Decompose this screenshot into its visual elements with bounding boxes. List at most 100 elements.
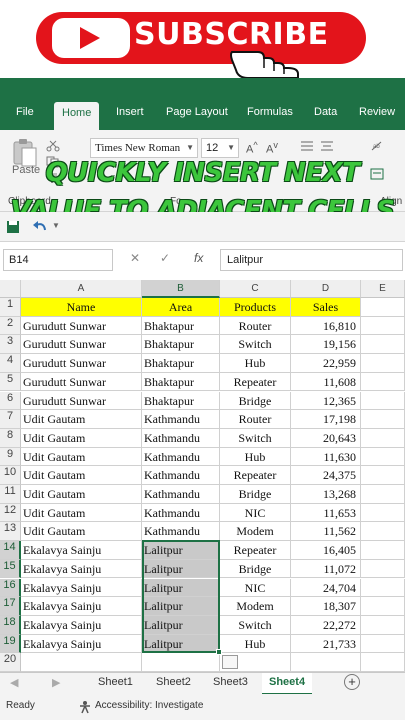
data-cell[interactable]: Udit Gautam [21, 522, 142, 542]
grid-cell[interactable] [361, 372, 405, 392]
name-box[interactable]: B14 [3, 249, 113, 271]
data-cell[interactable]: Gurudutt Sunwar [21, 316, 142, 336]
data-cell[interactable]: Ekalavya Sainju [21, 634, 142, 654]
grid-cell[interactable] [361, 522, 405, 542]
row-header[interactable]: 14 [0, 541, 21, 560]
sheet-tab-3[interactable]: Sheet3 [213, 676, 248, 688]
data-cell[interactable]: 11,630 [291, 447, 361, 467]
data-cell[interactable]: Bridge [220, 559, 291, 579]
data-cell[interactable]: 16,810 [291, 316, 361, 336]
data-cell[interactable]: Ekalavya Sainju [21, 559, 142, 579]
accessibility-status[interactable]: Accessibility: Investigate [95, 700, 203, 711]
row-header[interactable]: 11 [0, 485, 21, 504]
data-cell[interactable]: Udit Gautam [21, 428, 142, 448]
data-cell[interactable]: 11,562 [291, 522, 361, 542]
data-cell[interactable]: 11,608 [291, 372, 361, 392]
paste-options-icon[interactable] [222, 655, 238, 670]
data-cell[interactable]: 11,072 [291, 559, 361, 579]
data-cell[interactable]: Lalitpur [142, 559, 220, 579]
data-cell[interactable]: NIC [220, 503, 291, 523]
scroll-left-icon[interactable]: ◀ [10, 676, 18, 689]
grid-cell[interactable] [291, 653, 361, 672]
col-header-b[interactable]: B [142, 280, 220, 298]
grid-cell[interactable] [361, 335, 405, 355]
increase-font-icon[interactable]: A^ [246, 140, 258, 156]
enter-icon[interactable]: ✓ [160, 251, 170, 265]
row-header[interactable]: 10 [0, 466, 21, 485]
col-header-d[interactable]: D [291, 280, 361, 298]
align-middle-icon[interactable] [320, 140, 334, 152]
cancel-icon[interactable]: ✕ [130, 251, 140, 265]
data-cell[interactable]: 22,959 [291, 354, 361, 373]
grid-cell[interactable] [361, 447, 405, 467]
row-header[interactable]: 1 [0, 298, 21, 317]
grid-cell[interactable] [361, 578, 405, 598]
tab-review[interactable]: Review [359, 106, 395, 118]
grid-cell[interactable] [361, 597, 405, 616]
data-cell[interactable]: 16,405 [291, 541, 361, 560]
orientation-icon[interactable]: ab [370, 140, 384, 152]
data-cell[interactable]: Udit Gautam [21, 485, 142, 504]
row-header[interactable]: 3 [0, 335, 21, 355]
row-header[interactable]: 8 [0, 428, 21, 448]
scroll-right-icon[interactable]: ▶ [52, 676, 60, 689]
data-cell[interactable]: Ekalavya Sainju [21, 541, 142, 560]
row-header[interactable]: 9 [0, 447, 21, 467]
col-header-a[interactable]: A [21, 280, 142, 298]
header-cell[interactable]: Sales [291, 298, 361, 317]
tab-formulas[interactable]: Formulas [247, 106, 293, 118]
tab-insert[interactable]: Insert [116, 106, 144, 118]
data-cell[interactable]: Gurudutt Sunwar [21, 354, 142, 373]
data-cell[interactable]: 22,272 [291, 615, 361, 635]
col-header-e[interactable]: E [361, 280, 405, 298]
data-cell[interactable]: 18,307 [291, 597, 361, 616]
data-cell[interactable]: Switch [220, 615, 291, 635]
data-cell[interactable]: Hub [220, 354, 291, 373]
data-cell[interactable]: Kathmandu [142, 410, 220, 429]
row-header[interactable]: 5 [0, 372, 21, 392]
grid-cell[interactable] [361, 391, 405, 411]
select-all-corner[interactable] [0, 280, 21, 298]
grid-cell[interactable] [361, 354, 405, 373]
grid-cell[interactable] [361, 316, 405, 336]
data-cell[interactable]: Ekalavya Sainju [21, 615, 142, 635]
row-header[interactable]: 16 [0, 578, 21, 598]
row-header[interactable]: 2 [0, 316, 21, 336]
data-cell[interactable]: Kathmandu [142, 522, 220, 542]
formula-input[interactable]: Lalitpur [220, 249, 403, 271]
data-cell[interactable]: Hub [220, 447, 291, 467]
grid-cell[interactable] [361, 428, 405, 448]
row-header[interactable]: 13 [0, 522, 21, 542]
grid-cell[interactable] [361, 466, 405, 485]
data-cell[interactable]: Ekalavya Sainju [21, 578, 142, 598]
data-cell[interactable]: 13,268 [291, 485, 361, 504]
data-cell[interactable]: Lalitpur [142, 578, 220, 598]
data-cell[interactable]: Ekalavya Sainju [21, 597, 142, 616]
data-cell[interactable]: Kathmandu [142, 466, 220, 485]
data-cell[interactable]: Bhaktapur [142, 391, 220, 411]
header-cell[interactable]: Name [21, 298, 142, 317]
data-cell[interactable]: Modem [220, 597, 291, 616]
data-cell[interactable]: Kathmandu [142, 428, 220, 448]
grid-cell[interactable] [361, 298, 405, 317]
row-header[interactable]: 4 [0, 354, 21, 373]
grid-cell[interactable] [361, 541, 405, 560]
save-icon[interactable] [6, 220, 20, 234]
data-cell[interactable]: 24,375 [291, 466, 361, 485]
row-header[interactable]: 6 [0, 391, 21, 411]
row-header[interactable]: 12 [0, 503, 21, 523]
tab-home[interactable]: Home [54, 102, 100, 130]
data-cell[interactable]: Kathmandu [142, 485, 220, 504]
grid-cell[interactable] [361, 653, 405, 672]
sheet-tab-1[interactable]: Sheet1 [98, 676, 133, 688]
row-header[interactable]: 17 [0, 597, 21, 616]
data-cell[interactable]: Udit Gautam [21, 503, 142, 523]
data-cell[interactable]: Kathmandu [142, 503, 220, 523]
data-cell[interactable]: NIC [220, 578, 291, 598]
decrease-font-icon[interactable]: Av [266, 140, 278, 156]
data-cell[interactable]: Bridge [220, 391, 291, 411]
tab-data[interactable]: Data [314, 106, 337, 118]
cut-icon[interactable] [46, 140, 60, 152]
grid-cell[interactable] [361, 503, 405, 523]
align-top-icon[interactable] [300, 140, 314, 152]
